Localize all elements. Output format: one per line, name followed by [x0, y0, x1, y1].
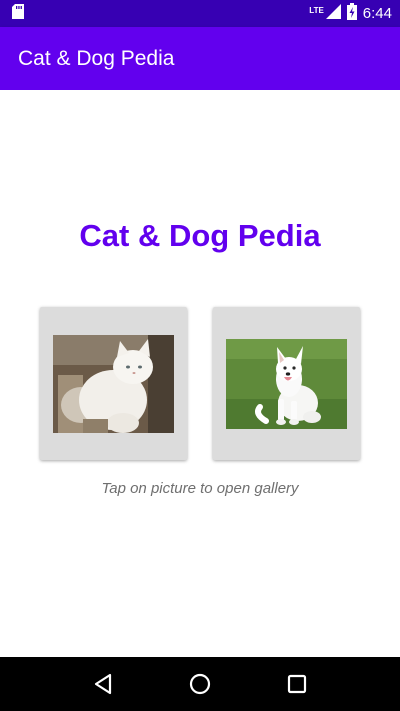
dog-photo[interactable]	[226, 339, 347, 429]
signal-icon	[325, 3, 341, 24]
status-bar: LTE 6:44	[0, 0, 400, 27]
app-bar: Cat & Dog Pedia	[0, 27, 400, 90]
page-title: Cat & Dog Pedia	[79, 218, 321, 253]
battery-charging-icon	[346, 2, 357, 25]
home-icon[interactable]	[185, 669, 215, 699]
app-bar-title: Cat & Dog Pedia	[18, 46, 175, 70]
sd-card-icon	[12, 3, 24, 24]
system-nav-bar	[0, 657, 400, 711]
back-icon[interactable]	[88, 669, 118, 699]
cat-card[interactable]	[40, 307, 187, 460]
network-type-label: LTE	[309, 5, 324, 15]
cat-photo[interactable]	[53, 335, 174, 433]
main-content: Cat & Dog Pedia Tap on picture to open g…	[0, 90, 400, 657]
dog-card[interactable]	[213, 307, 360, 460]
recents-icon[interactable]	[282, 669, 312, 699]
gallery-hint-caption: Tap on picture to open gallery	[101, 480, 299, 497]
clock-time: 6:44	[362, 5, 392, 22]
